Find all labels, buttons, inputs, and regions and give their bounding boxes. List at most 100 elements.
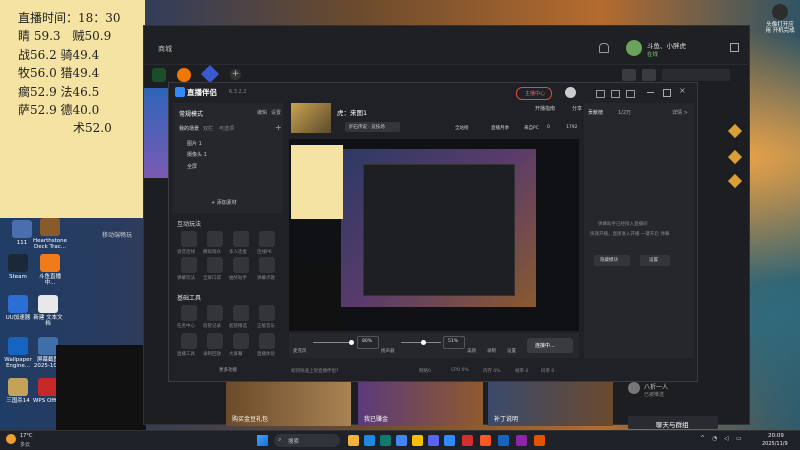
external-link-icon[interactable] (730, 43, 739, 52)
anchor-center-button[interactable]: 主播中心 (516, 87, 552, 100)
desktop-icon[interactable]: Wallpaper Engine... (2, 337, 34, 369)
app-icon[interactable] (534, 435, 545, 446)
app-icon[interactable] (428, 435, 439, 446)
voice-link-button[interactable] (181, 231, 197, 247)
mic-slider[interactable] (313, 342, 353, 343)
store-icon[interactable] (380, 435, 391, 446)
replay-button[interactable] (207, 333, 223, 349)
song-request-button[interactable] (259, 257, 275, 273)
desktop-icon[interactable]: Hearthstone Deck Trac... (32, 218, 68, 250)
wps-icon[interactable] (462, 435, 473, 446)
scene-item[interactable]: 全屏 (187, 163, 197, 170)
battery-icon[interactable]: ▭ (736, 435, 742, 442)
wifi-icon[interactable]: ◔ (712, 435, 717, 442)
desktop-icon[interactable]: 三国杀14 (2, 378, 34, 404)
tab-my-scenes[interactable]: 我的场景 (179, 125, 199, 132)
app-icon[interactable] (516, 435, 527, 446)
news-card[interactable]: 购买金豆礼包 (226, 381, 351, 426)
wow-icon[interactable] (152, 68, 166, 82)
hearthstone-tab-icon[interactable] (200, 64, 220, 84)
task-center-button[interactable] (181, 305, 197, 321)
news-card[interactable]: 我已赚金 (358, 381, 483, 426)
clock-time[interactable]: 20:09 (768, 433, 784, 439)
share-link[interactable]: 分享 (572, 105, 582, 112)
tab-dual[interactable]: 双栏 (203, 125, 213, 132)
gift-icon[interactable] (611, 90, 620, 98)
lottery-button[interactable] (233, 257, 249, 273)
bell-icon[interactable] (599, 43, 609, 53)
tab-optional[interactable]: 可选项 (219, 125, 234, 132)
pk-button[interactable] (259, 231, 275, 247)
file-explorer-icon[interactable] (348, 435, 359, 446)
edit-link[interactable]: 编辑 (257, 109, 267, 116)
stream-preview[interactable] (289, 139, 579, 331)
settings-link[interactable]: 设置 (271, 109, 281, 116)
battlenet-icon[interactable] (498, 435, 509, 446)
minimize-icon[interactable] (647, 92, 654, 93)
weather-icon[interactable] (6, 434, 16, 444)
sticky-note[interactable]: 直播时间：18：30 睛 59.3 贼50.9 战56.2 骑49.4 牧56.… (0, 0, 145, 218)
stream-experience-button[interactable] (259, 333, 275, 349)
record-button[interactable]: 录制 (487, 348, 496, 354)
go-live-button[interactable]: 连接中... (527, 338, 573, 353)
start-guide-link[interactable]: 开播指南 (535, 105, 555, 112)
pocket-button[interactable] (207, 257, 223, 273)
multi-mic-button[interactable] (233, 231, 249, 247)
user-name[interactable]: 斗鱼、小胖虎 (647, 40, 686, 50)
start-icon[interactable] (257, 435, 268, 446)
menu-shop[interactable]: 商城 (158, 44, 172, 54)
streaming-app-icon[interactable] (444, 435, 455, 446)
beauty-button[interactable]: 美颜 (467, 348, 476, 354)
mic-slider-handle[interactable] (349, 340, 354, 345)
edge-icon[interactable] (364, 435, 375, 446)
add-tab-button[interactable]: + (230, 69, 241, 80)
add-friend-icon[interactable] (642, 69, 656, 81)
chevron-up-icon[interactable]: ^ (700, 435, 705, 442)
folder-icon[interactable] (412, 435, 423, 446)
hide-module-button[interactable]: 隐藏模块 (594, 255, 630, 266)
volume-icon[interactable]: ◁ (724, 435, 729, 442)
mode-label[interactable]: 常规模式 (179, 109, 203, 118)
room-manager-button[interactable] (207, 305, 223, 321)
close-icon[interactable]: × (679, 86, 686, 95)
overwatch-icon[interactable] (177, 68, 191, 82)
big-screen-button[interactable] (233, 333, 249, 349)
news-card[interactable]: 补丁说明 (488, 381, 613, 426)
chat-groups-button[interactable]: 聊天与群组 (628, 416, 718, 429)
clock-date[interactable]: 2025/11/9 (762, 441, 788, 447)
avatar[interactable] (565, 87, 576, 98)
avatar[interactable] (626, 40, 642, 56)
admin-pick-button[interactable] (233, 305, 249, 321)
danmaku-game-button[interactable] (181, 257, 197, 273)
settings-icon[interactable] (626, 90, 635, 98)
desktop-icon[interactable]: 斗鱼直播中... (34, 254, 66, 286)
desktop-icon[interactable]: Steam (2, 254, 34, 280)
add-scene-button[interactable]: + (275, 123, 282, 132)
desktop-icon[interactable]: 头像打开应用 开机完成 (764, 4, 796, 34)
settings-button[interactable]: 设置 (507, 348, 516, 354)
more-tools-link[interactable]: 更多功能 (219, 367, 237, 373)
chat-settings-button[interactable]: 设置 (640, 255, 670, 266)
maximize-icon[interactable] (663, 89, 671, 97)
scene-item[interactable]: 图片 1 (187, 140, 202, 147)
scene-item[interactable]: 摄像头 1 (187, 151, 207, 158)
add-source-button[interactable]: + 添加素材 (211, 199, 237, 206)
desktop-icon[interactable]: 新建 文本文档 (32, 295, 64, 327)
search-input[interactable]: ⌕ 搜索 (274, 434, 340, 447)
music-button[interactable] (259, 305, 275, 321)
message-icon[interactable] (596, 90, 605, 98)
category-tag[interactable]: 炉石传说 · 竞技场 (345, 122, 400, 132)
friend-icon[interactable] (622, 69, 636, 81)
desktop-icon[interactable]: UU加速器 (2, 295, 34, 321)
stream-tools-button[interactable] (181, 333, 197, 349)
app-icon[interactable] (480, 435, 491, 446)
mobile-play-link[interactable]: 移动端畅玩 (102, 230, 132, 239)
mock-audience-button[interactable] (207, 231, 223, 247)
chrome-icon[interactable] (396, 435, 407, 446)
mic-value-box[interactable]: 80% (357, 336, 379, 349)
speaker-slider-handle[interactable] (421, 340, 426, 345)
status-bar: 如何快速上架直播伴侣? 网络0 CPU 0% 内存 0% 帧率 0 码率 0 (291, 368, 555, 374)
system-tray[interactable]: ^ ◔ ◁ ▭ (700, 435, 750, 446)
friend-search-input[interactable] (662, 69, 730, 81)
speaker-value-box[interactable]: 51% (443, 336, 465, 349)
